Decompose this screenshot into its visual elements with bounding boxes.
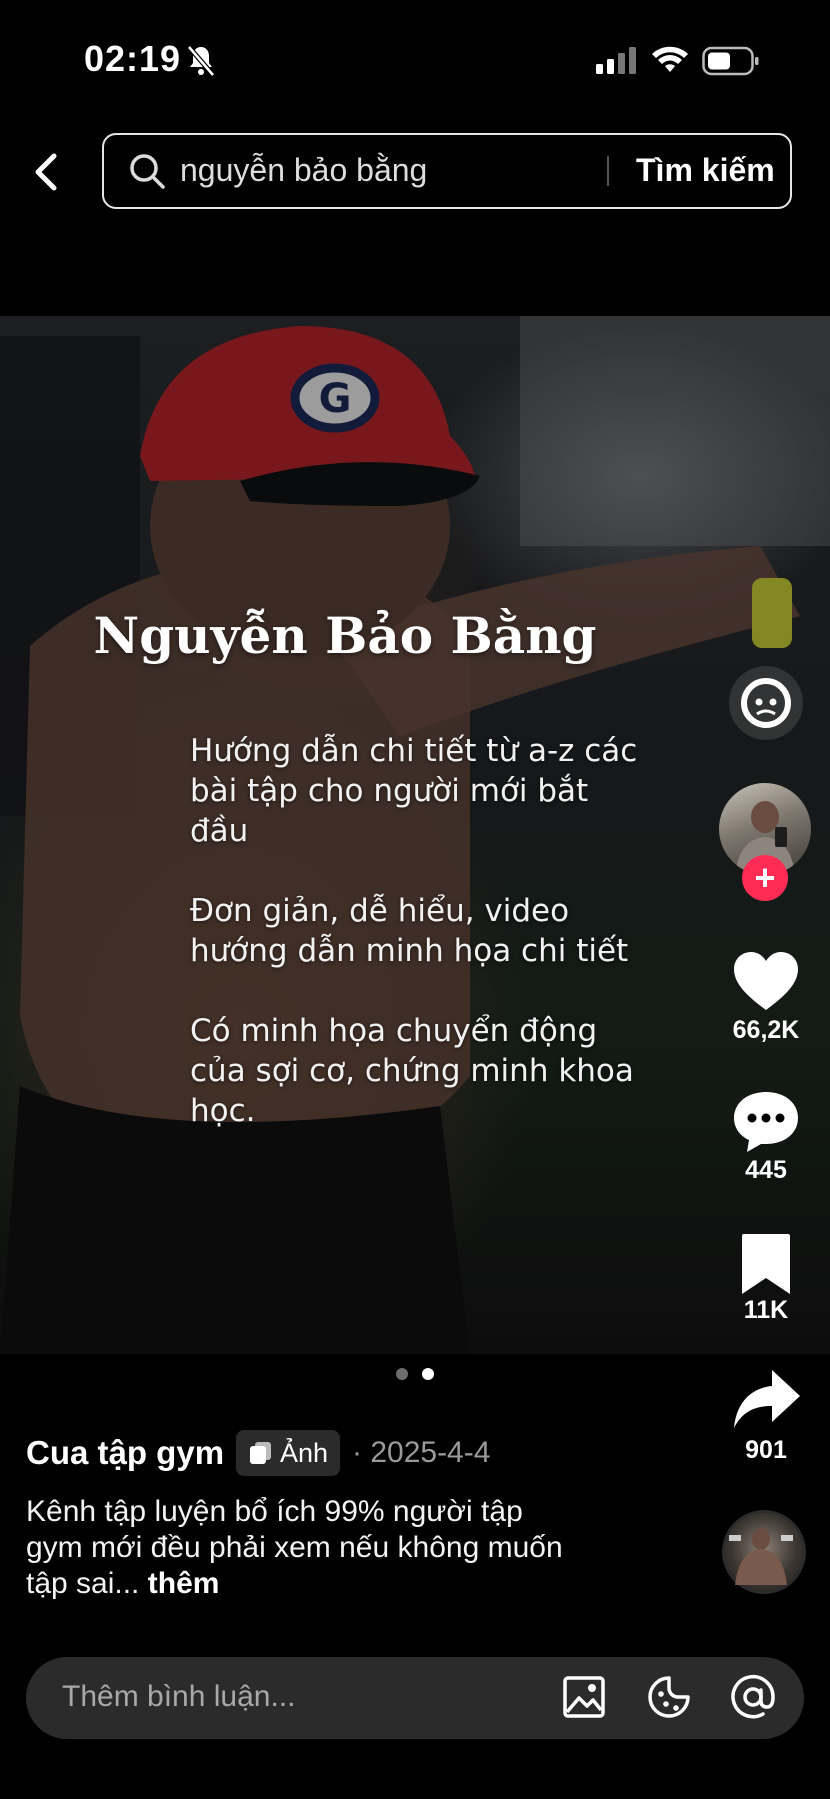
battery-icon [702, 46, 759, 76]
overlay-line: Có minh họa chuyển động [190, 1013, 598, 1049]
author-name[interactable]: Cua tập gym [26, 1434, 224, 1472]
overlay-line: bài tập cho người mới bắt [190, 773, 589, 809]
photo-stack-icon [250, 1442, 271, 1464]
post-description[interactable]: Kênh tập luyện bổ ích 99% người tập gym … [26, 1494, 646, 1602]
overlay-line: hướng dẫn minh họa chi tiết [190, 933, 629, 969]
overlay-line: của sợi cơ, chứng minh khoa [190, 1053, 634, 1089]
comment-count: 445 [745, 1156, 787, 1184]
description-line: gym mới đều phải xem nếu không muốn [26, 1531, 563, 1564]
photo-type-tag: Ảnh [236, 1430, 341, 1476]
overlay-line: Đơn giản, dễ hiểu, video [190, 893, 570, 929]
search-icon [130, 154, 165, 189]
share-arrow-icon[interactable] [730, 1366, 802, 1434]
comment-input[interactable]: Thêm bình luận... [62, 1680, 295, 1714]
bookmark-icon[interactable] [730, 1230, 802, 1298]
heart-icon[interactable] [730, 948, 802, 1016]
post-date: · 2025-4-4 [352, 1436, 491, 1469]
page-dot-2-active[interactable] [422, 1368, 434, 1380]
status-time: 02:19 [84, 38, 182, 79]
mention-at-icon[interactable] [730, 1674, 776, 1720]
search-input[interactable]: nguyễn bảo bằng [180, 152, 427, 189]
photo-type-label: Ảnh [280, 1437, 329, 1468]
overlay-paragraph-2: Đơn giản, dễ hiểu, video hướng dẫn minh … [190, 891, 650, 971]
post-image[interactable]: G Nguyễn Bảo Bằng Hướng dẫn chi tiết từ … [0, 316, 830, 1354]
follow-plus-button[interactable]: + [742, 855, 788, 901]
back-arrow-icon[interactable] [28, 150, 68, 194]
comment-icon[interactable] [730, 1088, 802, 1156]
search-divider [607, 156, 609, 186]
sticker-icon[interactable] [646, 1674, 692, 1720]
description-line: tập sai... [26, 1567, 140, 1600]
overlay-paragraph-1: Hướng dẫn chi tiết từ a-z các bài tập ch… [190, 731, 650, 851]
overlay-line: học. [190, 1093, 256, 1129]
wifi-icon [652, 46, 688, 72]
like-count: 66,2K [732, 1016, 800, 1044]
overlay-title: Nguyễn Bảo Bằng [93, 606, 597, 665]
see-more-link[interactable]: thêm [148, 1567, 220, 1600]
cellular-signal-icon [596, 47, 636, 74]
bell-slash-icon [187, 45, 215, 77]
music-disc-icon [741, 678, 791, 728]
save-count: 11K [743, 1296, 789, 1324]
overlay-line: Hướng dẫn chi tiết từ a-z các [190, 733, 638, 769]
image-icon[interactable] [561, 1674, 607, 1720]
overlay-line: đầu [190, 813, 249, 849]
page-dot-1[interactable] [396, 1368, 408, 1380]
search-button[interactable]: Tìm kiếm [636, 152, 775, 189]
share-count: 901 [745, 1436, 787, 1464]
sound-button[interactable] [729, 666, 803, 740]
overlay-paragraph-3: Có minh họa chuyển động của sợi cơ, chứn… [190, 1011, 650, 1131]
sound-avatar-image [729, 1528, 793, 1585]
description-line: Kênh tập luyện bổ ích 99% người tập [26, 1495, 523, 1528]
sound-avatar[interactable] [722, 1510, 806, 1594]
